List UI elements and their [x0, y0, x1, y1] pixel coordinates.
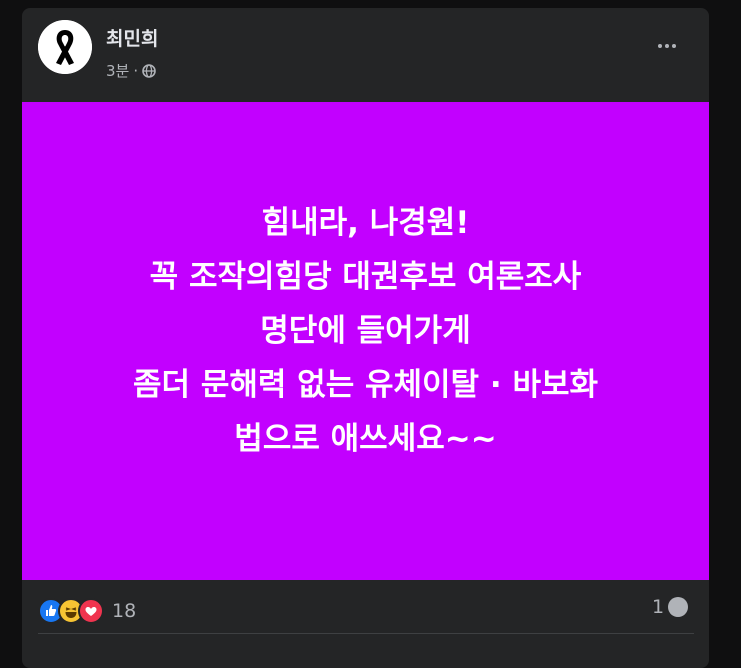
meta-separator: · [133, 61, 139, 80]
post-line: 좀더 문해력 없는 유체이탈 · 바보화 [132, 367, 599, 403]
reaction-count: 18 [112, 600, 137, 622]
post-background: 힘내라, 나경원! 꼭 조작의힘당 대권후보 여론조사 명단에 들어가게 좀더 … [22, 102, 709, 580]
post-line: 법으로 애쓰세요~~ [234, 421, 497, 457]
avatar[interactable] [38, 20, 92, 74]
post-author[interactable]: 최민희 [106, 24, 158, 51]
more-horizontal-icon [658, 44, 662, 48]
post-line: 꼭 조작의힘당 대권후보 여론조사 [149, 259, 582, 295]
post-meta: 3분 · [106, 60, 156, 81]
globe-icon[interactable] [142, 63, 156, 78]
comments-summary[interactable]: 1 [652, 596, 689, 618]
more-options-button[interactable] [652, 36, 682, 56]
post-line: 명단에 들어가게 [260, 313, 471, 349]
love-icon [78, 598, 104, 624]
mourning-ribbon-icon [38, 20, 92, 74]
post-line: 힘내라, 나경원! [261, 205, 470, 241]
post-time[interactable]: 3분 [106, 60, 129, 81]
comment-bubble-icon [668, 597, 689, 617]
post-text: 힘내라, 나경원! 꼭 조작의힘당 대권후보 여론조사 명단에 들어가게 좀더 … [133, 196, 598, 466]
footer-divider [38, 633, 694, 634]
comment-count: 1 [652, 596, 665, 618]
reactions-summary[interactable]: 18 [38, 598, 136, 624]
